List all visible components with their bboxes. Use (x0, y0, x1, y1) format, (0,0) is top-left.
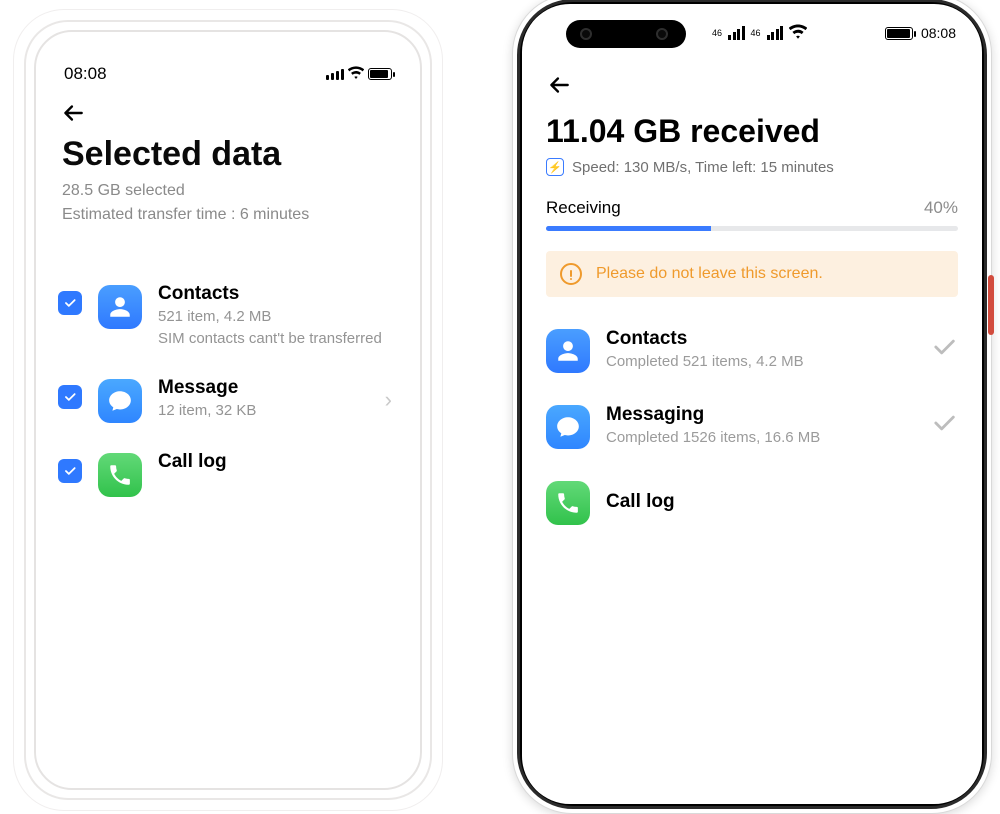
warning-banner: Please do not leave this screen. (546, 251, 958, 297)
row-text: Call log (606, 491, 958, 513)
warning-icon (560, 263, 582, 285)
cell-signal-icon (767, 26, 784, 40)
message-icon (546, 405, 590, 449)
row-sub: 12 item, 32 KB (158, 401, 369, 421)
list-item-calllog: Call log (546, 467, 958, 543)
back-button[interactable] (546, 72, 958, 105)
row-text: Contacts Completed 521 items, 4.2 MB (606, 328, 914, 372)
page-title: 11.04 GB received (546, 113, 958, 150)
status-time: 08:08 (64, 64, 107, 84)
row-title: Messaging (606, 404, 914, 426)
bolt-icon: ⚡ (546, 158, 564, 176)
phone-right: 46 46 08:08 11.04 GB received (512, 0, 992, 814)
row-text: Message 12 item, 32 KB (158, 377, 369, 421)
row-text: Call log (158, 451, 398, 473)
back-button[interactable] (54, 94, 402, 131)
wifi-icon (789, 23, 807, 44)
call-icon (98, 453, 142, 497)
call-icon (546, 481, 590, 525)
check-icon (930, 409, 958, 444)
row-sub: Completed 521 items, 4.2 MB (606, 352, 914, 372)
speed-text: Speed: 130 MB/s, Time left: 15 minutes (572, 159, 834, 176)
selected-size: 28.5 GB selected (54, 180, 402, 204)
chevron-right-icon: › (385, 387, 392, 413)
battery-icon (368, 68, 392, 80)
status-icons-right: 08:08 (885, 25, 956, 41)
progress-percent: 40% (924, 198, 958, 218)
status-icons (326, 65, 392, 84)
row-text: Messaging Completed 1526 items, 16.6 MB (606, 404, 914, 448)
progress-header: Receiving 40% (546, 198, 958, 218)
row-sub: Completed 1526 items, 16.6 MB (606, 428, 914, 448)
row-note: SIM contacts cant't be transferred (158, 329, 398, 349)
cell-signal-icon (728, 26, 745, 40)
row-title: Call log (158, 451, 398, 473)
contacts-icon (546, 329, 590, 373)
contacts-icon (98, 285, 142, 329)
checkbox-checked-icon[interactable] (58, 459, 82, 483)
page-title: Selected data (54, 131, 402, 180)
list-item-messaging: Messaging Completed 1526 items, 16.6 MB (546, 391, 958, 467)
list-item-calllog[interactable]: Call log (54, 441, 402, 515)
list-item-message[interactable]: Message 12 item, 32 KB › (54, 367, 402, 441)
wifi-icon (348, 65, 364, 84)
checkbox-checked-icon[interactable] (58, 385, 82, 409)
speed-line: ⚡ Speed: 130 MB/s, Time left: 15 minutes (546, 158, 958, 176)
warning-text: Please do not leave this screen. (596, 265, 823, 283)
list-item-contacts: Contacts Completed 521 items, 4.2 MB (546, 315, 958, 391)
data-list-right: Contacts Completed 521 items, 4.2 MB Mes… (546, 315, 958, 543)
battery-icon (885, 27, 913, 40)
phone-left-bezel: 08:08 Selected data 28.5 GB selected Est… (24, 20, 432, 800)
phone-left-screen: 08:08 Selected data 28.5 GB selected Est… (34, 30, 422, 790)
list-item-contacts[interactable]: Contacts 521 item, 4.2 MB SIM contacts c… (54, 273, 402, 368)
cell-signal-icon (326, 69, 344, 80)
status-icons-left: 46 46 (712, 23, 807, 44)
progress-label: Receiving (546, 198, 621, 218)
phone-right-screen: 46 46 08:08 11.04 GB received (522, 4, 982, 804)
status-bar-right: 46 46 08:08 (522, 18, 982, 48)
status-time: 08:08 (921, 25, 956, 41)
checkbox-checked-icon[interactable] (58, 291, 82, 315)
phone-right-frame: 46 46 08:08 11.04 GB received (512, 0, 992, 814)
check-icon (930, 333, 958, 368)
data-list-left: Contacts 521 item, 4.2 MB SIM contacts c… (54, 273, 402, 516)
row-text: Contacts 521 item, 4.2 MB SIM contacts c… (158, 283, 398, 350)
content-right: 11.04 GB received ⚡ Speed: 130 MB/s, Tim… (522, 60, 982, 804)
row-title: Contacts (158, 283, 398, 305)
power-button (988, 275, 994, 335)
row-title: Call log (606, 491, 958, 513)
row-title: Message (158, 377, 369, 399)
progress-fill (546, 226, 711, 231)
estimate-time: Estimated transfer time : 6 minutes (54, 204, 402, 228)
message-icon (98, 379, 142, 423)
phone-left: 08:08 Selected data 28.5 GB selected Est… (14, 10, 442, 810)
row-title: Contacts (606, 328, 914, 350)
progress-bar (546, 226, 958, 231)
row-sub: 521 item, 4.2 MB (158, 307, 398, 327)
status-bar-left: 08:08 (54, 58, 402, 94)
